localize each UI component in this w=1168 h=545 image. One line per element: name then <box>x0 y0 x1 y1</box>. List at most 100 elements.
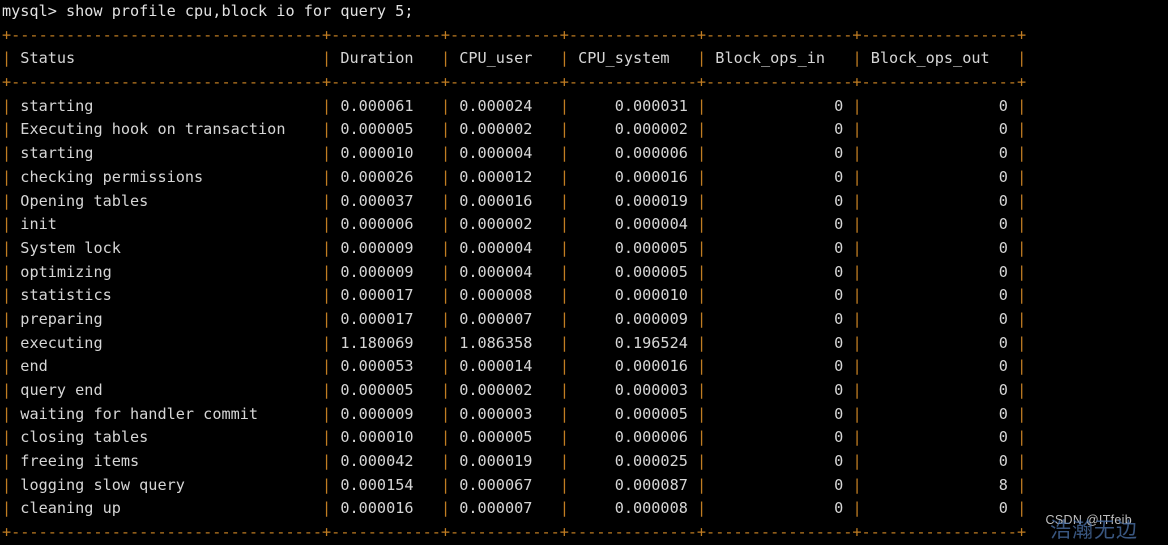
table-column-separator: | <box>1017 144 1027 163</box>
table-column-separator: | <box>1017 120 1027 139</box>
table-column-separator: | <box>559 120 569 139</box>
cell-duration: 0.000009 <box>331 404 441 423</box>
table-column-separator: | <box>852 96 862 115</box>
table-column-separator: | <box>440 381 451 399</box>
cell-cpu_system: 0.000002 <box>568 120 697 139</box>
cell-cpu_user: 0.000016 <box>450 191 560 210</box>
table-column-separator: | <box>852 120 862 139</box>
table-column-separator: | <box>559 309 569 328</box>
cell-status: executing <box>11 333 323 352</box>
table-row: | checking permissions | 0.000026 | 0.00… <box>0 166 1168 190</box>
cell-cpu_user: 0.000024 <box>450 96 560 115</box>
cell-block_ops_out: 0 <box>861 96 1018 115</box>
cell-block_ops_in: 0 <box>706 381 853 399</box>
cell-status: cleaning up <box>11 499 323 518</box>
cell-cpu_user: 0.000002 <box>450 215 560 234</box>
table-column-separator: | <box>440 191 451 210</box>
table-column-separator: | <box>852 475 862 494</box>
table-column-separator: | <box>322 499 332 518</box>
cell-block_ops_in: 0 <box>706 262 853 281</box>
cell-duration: 0.000017 <box>331 286 441 305</box>
cell-block_ops_out: 0 <box>861 404 1018 423</box>
cell-cpu_user: 0.000007 <box>450 499 560 518</box>
table-column-separator: | <box>440 309 451 328</box>
table-column-separator: | <box>1017 475 1027 494</box>
cell-cpu_user: 0.000008 <box>450 286 560 305</box>
cell-status: query end <box>11 381 323 399</box>
cell-cpu_user: 0.000067 <box>450 475 560 494</box>
cell-cpu_user: 0.000003 <box>450 404 560 423</box>
table-column-separator: | <box>2 357 12 376</box>
cell-block_ops_in: 0 <box>706 167 853 186</box>
table-column-separator: | <box>440 215 451 234</box>
cell-block_ops_in: 0 <box>706 428 853 447</box>
cell-block_ops_out: 0 <box>861 120 1018 139</box>
table-column-separator: | <box>2 238 12 257</box>
table-column-separator: | <box>559 475 569 494</box>
table-column-separator: | <box>697 475 707 494</box>
table-column-separator: | <box>440 428 451 447</box>
cell-block_ops_out: 0 <box>861 215 1018 234</box>
cell-duration: 0.000009 <box>331 262 441 281</box>
table-column-separator: | <box>559 357 569 376</box>
table-column-separator: | <box>322 215 332 234</box>
table-border-segment: +----------------------------------+----… <box>2 25 1027 44</box>
cell-status: logging slow query <box>11 475 323 494</box>
table-column-separator: | <box>852 286 862 305</box>
table-column-separator: | <box>440 144 451 163</box>
table-column-separator: | <box>697 191 707 210</box>
table-column-separator: | <box>1017 215 1027 234</box>
table-column-separator: | <box>440 286 451 305</box>
table-column-separator: | <box>852 499 862 518</box>
cell-duration: 0.000016 <box>331 499 441 518</box>
cell-block_ops_out: 0 <box>861 286 1018 305</box>
table-column-separator: | <box>697 404 707 423</box>
table-top-border: +----------------------------------+----… <box>0 24 1168 48</box>
table-row: | cleaning up | 0.000016 | 0.000007 | 0.… <box>0 497 1168 521</box>
table-column-separator: | <box>322 238 332 257</box>
table-row: | starting | 0.000061 | 0.000024 | 0.000… <box>0 95 1168 119</box>
cell-cpu_system: 0.196524 <box>568 333 697 352</box>
cell-status: Opening tables <box>11 191 323 210</box>
table-row: | init | 0.000006 | 0.000002 | 0.000004 … <box>0 213 1168 237</box>
cell-block_ops_out: 0 <box>861 238 1018 257</box>
table-column-separator: | <box>1017 167 1027 186</box>
cell-block_ops_in: 0 <box>706 452 853 471</box>
table-column-separator: | <box>1017 238 1027 257</box>
cell-cpu_user: 0.000004 <box>450 262 560 281</box>
table-column-separator: | <box>322 333 332 352</box>
cell-cpu_system: 0.000003 <box>568 381 697 399</box>
table-column-separator: | <box>852 357 862 376</box>
table-column-separator: | <box>2 120 12 139</box>
table-column-separator: | <box>559 286 569 305</box>
table-column-separator: | <box>559 381 569 399</box>
table-column-separator: | <box>697 309 707 328</box>
cell-block_ops_out: 8 <box>861 475 1018 494</box>
cell-cpu_user: 0.000007 <box>450 309 560 328</box>
table-column-separator: | <box>322 404 332 423</box>
cell-status: preparing <box>11 309 323 328</box>
table-column-separator: | <box>2 475 12 494</box>
table-row: | System lock | 0.000009 | 0.000004 | 0.… <box>0 237 1168 261</box>
table-row: | logging slow query | 0.000154 | 0.0000… <box>0 474 1168 498</box>
cell-cpu_system: 0.000019 <box>568 191 697 210</box>
table-column-separator: | <box>2 191 12 210</box>
table-column-separator: | <box>852 262 862 281</box>
cell-duration: 0.000053 <box>331 357 441 376</box>
cell-block_ops_in: 0 <box>706 357 853 376</box>
cell-cpu_user: 1.086358 <box>450 333 560 352</box>
table-column-separator: | <box>322 428 332 447</box>
cell-block_ops_out: 0 <box>861 262 1018 281</box>
cell-cpu_system: 0.000005 <box>568 404 697 423</box>
table-column-separator: | <box>1017 262 1027 281</box>
table-column-separator: | <box>440 499 451 518</box>
table-column-separator: | <box>559 404 569 423</box>
table-column-separator: | <box>852 191 862 210</box>
table-column-separator: | <box>697 262 707 281</box>
cell-cpu_system: 0.000006 <box>568 144 697 163</box>
table-row: | preparing | 0.000017 | 0.000007 | 0.00… <box>0 308 1168 332</box>
cell-status: starting <box>11 144 323 163</box>
table-column-separator: | <box>1017 333 1027 352</box>
cell-status: end <box>11 357 323 376</box>
table-column-separator: | <box>852 309 862 328</box>
